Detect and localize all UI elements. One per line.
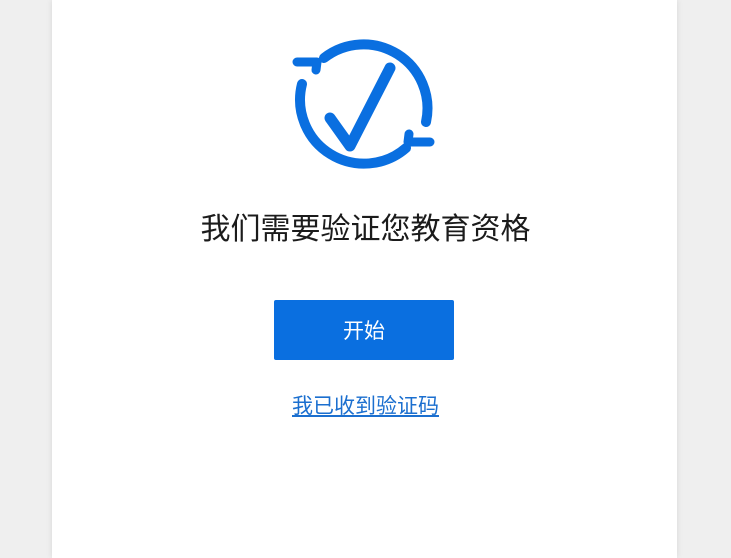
circular-checkmark-icon xyxy=(292,39,435,169)
page-title: 我们需要验证您教育资格 xyxy=(200,212,531,247)
received-code-link[interactable]: 我已收到验证码 xyxy=(292,394,439,418)
received-code-link-container: 我已收到验证码 xyxy=(0,392,731,420)
start-button[interactable]: 开始 xyxy=(274,300,454,360)
